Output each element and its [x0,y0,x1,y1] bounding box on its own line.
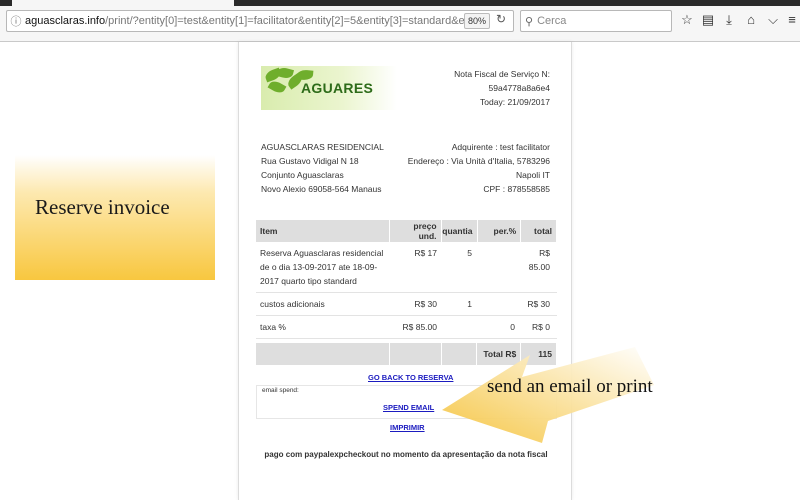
acquirer-address: Adquirente : test facilitator Endereço :… [408,140,550,196]
spend-email-link[interactable]: SPEND EMAIL [383,403,434,412]
home-icon[interactable]: ⌂ [743,12,759,28]
browser-toolbar: ⓘ aguasclaras.info/print/?entity[0]=test… [0,0,800,42]
row-percent [476,293,519,315]
arrow-icon [442,347,654,443]
site-info-icon[interactable]: ⓘ [7,13,25,29]
header-quantity: quantia [441,220,477,242]
header-item: Item [256,220,389,242]
address-bar[interactable]: ⓘ aguasclaras.info/print/?entity[0]=test… [6,10,514,32]
reserve-invoice-callout: Reserve invoice [15,155,215,280]
invoice-label: Nota Fiscal de Serviço N: [454,69,550,79]
invoice-number: 59a4778a8a6e4 [488,83,550,93]
invoice-date: Today: 21/09/2017 [480,97,550,107]
arrow-caption: send an email or print [487,376,653,397]
print-link[interactable]: IMPRIMIR [390,423,425,432]
pocket-icon[interactable]: ⌵ [765,12,781,28]
buyer-name: AGUASCLARAS RESIDENCIAL [261,142,384,152]
reserve-invoice-label: Reserve invoice [35,195,170,219]
invoice-meta: Nota Fiscal de Serviço N: 59a4778a8a6e4 … [454,67,550,109]
leaf-icon [267,78,287,96]
table-row: Reserva Aguasclaras residencial de o dia… [256,242,557,293]
row-price: R$ 30 [414,299,437,309]
header-percent: per.% [477,220,521,242]
bookmark-star-icon[interactable]: ☆ [679,12,695,28]
row-total: R$ 85.00 [528,248,550,272]
zoom-indicator[interactable]: 80% [464,13,490,29]
header-total: total [521,220,556,242]
leaf-icon [296,69,314,81]
acquirer-address-line: Endereço : Via Unità d'Italia, 5783296 [407,156,550,166]
buyer-address: AGUASCLARAS RESIDENCIAL Rua Gustavo Vidi… [261,140,384,196]
buyer-street: Rua Gustavo Vidigal N 18 [261,156,359,166]
row-item: custos adicionais [260,299,325,309]
acquirer-name: Adquirente : test facilitator [451,142,550,152]
download-icon[interactable]: ⤓ [721,12,737,28]
reload-icon[interactable]: ↻ [496,12,506,26]
search-icon: ⚲ [525,15,534,28]
table-header: Item preço und. quantia per.% total [256,220,557,242]
row-quantity: 5 [467,248,472,258]
table-row: custos adicionais R$ 30 1 R$ 30 [256,293,557,316]
logo-text: AGUARES [301,80,374,96]
row-quantity: 1 [467,299,472,309]
tab-strip [0,0,800,6]
row-total: R$ 30 [527,299,550,309]
row-item: taxa % [260,322,286,332]
search-placeholder: Cerca [537,15,567,27]
buyer-city: Novo Alexio 69058-564 Manaus [261,184,382,194]
row-price: R$ 17 [414,248,437,258]
acquirer-cpf: CPF : 878558585 [483,184,550,194]
acquirer-city: Napoli IT [515,170,550,180]
row-percent [476,242,519,292]
buyer-area: Conjunto Aguasclaras [261,170,344,180]
active-tab[interactable] [12,0,234,6]
clipboard-icon[interactable]: ▤ [700,12,716,28]
email-label: email spend: [262,387,299,394]
url-domain: aguasclaras.info [25,15,106,27]
header-price: preço und. [389,220,441,242]
menu-icon[interactable]: ≡ [784,12,800,28]
search-bar[interactable]: ⚲ Cerca [520,10,672,32]
row-item: Reserva Aguasclaras residencial de o dia… [260,248,384,286]
url-path: /print/?entity[0]=test&entity[1]=facilit… [105,15,474,27]
company-logo: AGUARES [261,66,397,110]
